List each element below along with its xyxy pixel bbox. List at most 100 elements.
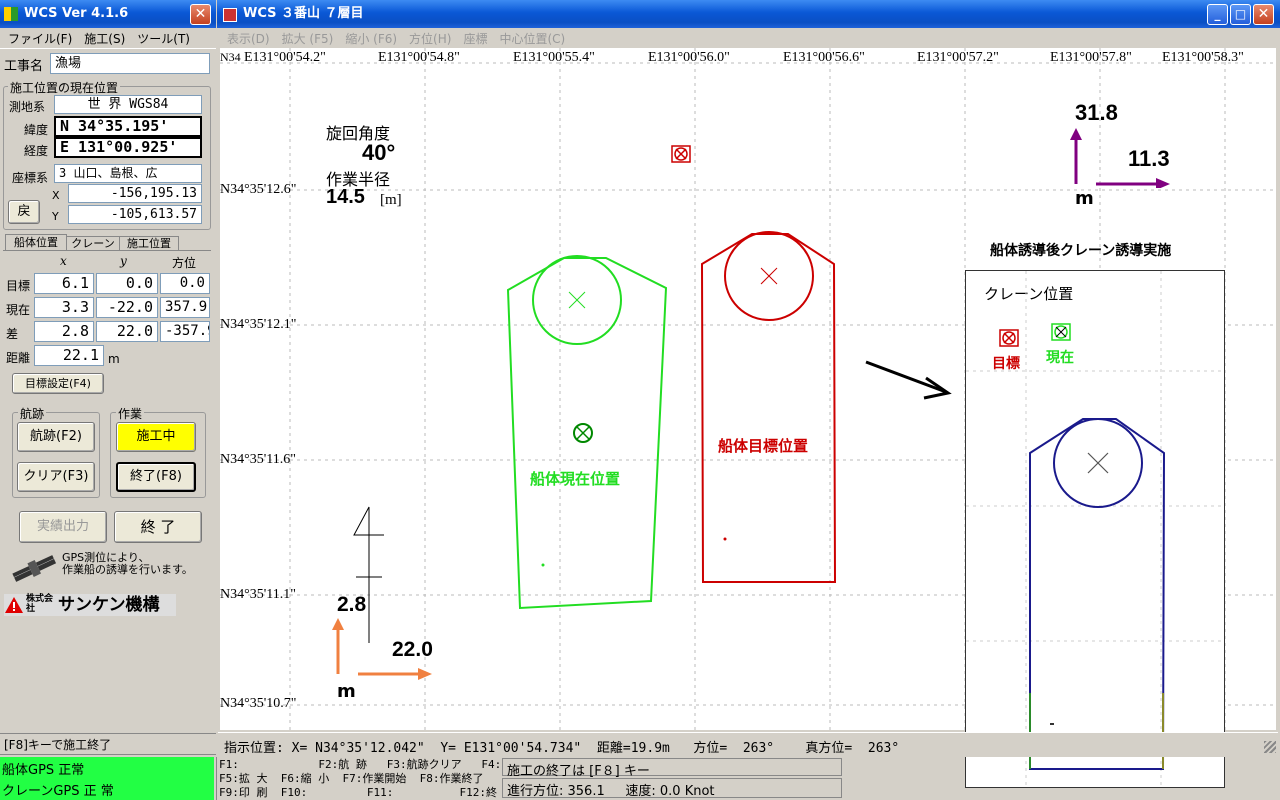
- gps-note-line2: 作業船の誘導を行います。: [62, 563, 193, 576]
- track-button[interactable]: 航跡(F2): [17, 422, 95, 452]
- survey-label: 測地系: [9, 100, 46, 114]
- tab-ship-position[interactable]: 船体位置: [5, 234, 67, 251]
- gps-status-panel: 船体GPS 正常 クレーンGPS 正 常: [0, 757, 214, 800]
- menu-coords[interactable]: 座標: [463, 32, 487, 46]
- current-ship-label: 船体現在位置: [530, 470, 621, 488]
- survey-field: 世 界 WGS84: [54, 95, 202, 114]
- coord-field: 3 山口、島根、広: [54, 164, 202, 183]
- pointer-status-bar: 指示位置: X= N34°35'12.042" Y= E131°00'54.73…: [218, 732, 1278, 757]
- arrow-top-x-value: 11.3: [1128, 146, 1170, 171]
- lat-label-1: N34°35'12.6": [220, 182, 297, 197]
- function-key-panel: F1: F2:航 跡 F3:航跡クリア F4:目標位置 F5:拡 大 F6:縮 …: [216, 757, 545, 800]
- lon-label-8: E131°00'58.3": [1162, 50, 1244, 65]
- fkeys-row2: F5:拡 大 F6:縮 小 F7:作業開始 F8:作業終了: [219, 772, 484, 785]
- menu-divider: [0, 48, 216, 49]
- message-panel: 施工の終了は [F８] キー 進行方位: 356.1 速度: 0.0 Knot: [502, 757, 965, 800]
- radius-value: 14.5: [326, 186, 365, 208]
- crane-ship-shape: [1029, 418, 1166, 770]
- minimize-icon[interactable]: _: [1207, 4, 1228, 25]
- lon-label-2: E131°00'54.8": [378, 50, 460, 65]
- target-ship-label: 船体目標位置: [718, 437, 809, 455]
- left-title-bar[interactable]: WCS Ver 4.1.6 ✕: [0, 0, 216, 28]
- lat-label-5: N34°35'10.7": [220, 696, 297, 711]
- warning-triangle-icon: [5, 597, 23, 613]
- end-work-button[interactable]: 終了(F8): [116, 462, 196, 492]
- satellite-icon: [12, 555, 57, 582]
- y-field: -105,613.57: [68, 205, 202, 224]
- map-title-bar[interactable]: WCS ３番山 ７層目 _ □ ✕: [217, 0, 1280, 28]
- grid-header-dir: 方位: [172, 256, 197, 270]
- lon-label-1: E131°00'54.2": [244, 50, 326, 65]
- hint-text: [F8]キーで施工終了: [4, 738, 112, 752]
- lon-field: E 131°00.925': [54, 137, 202, 158]
- lon-label-6: E131°00'57.2": [917, 50, 999, 65]
- y-label: Y: [52, 210, 59, 223]
- diff-x: 2.8: [34, 321, 94, 342]
- lon-label-3: E131°00'55.4": [513, 50, 595, 65]
- lon-label-7: E131°00'57.8": [1050, 50, 1132, 65]
- menu-direction[interactable]: 方位(H): [409, 32, 451, 46]
- crane-gps-status: クレーンGPS 正 常: [2, 784, 114, 799]
- menu-file[interactable]: ファイル(F): [8, 32, 72, 46]
- row-diff-label: 差: [6, 327, 19, 341]
- arrow-bottom-y-value: 2.8: [337, 593, 367, 616]
- back-button[interactable]: 戻: [8, 200, 40, 224]
- arrow-right-icon: [865, 360, 952, 400]
- ship-gps-status: 船体GPS 正常: [2, 763, 85, 778]
- menu-construction[interactable]: 施工(S): [84, 32, 125, 46]
- clear-button[interactable]: クリア(F3): [17, 462, 95, 492]
- fkeys-row3: F9:印 刷 F10: F11: F12:終 了: [219, 786, 522, 799]
- current-x: 3.3: [34, 297, 94, 318]
- message-text: 施工の終了は [F８] キー: [507, 764, 650, 779]
- target-y: 0.0: [96, 273, 158, 294]
- exit-button[interactable]: 終 了: [114, 511, 202, 543]
- resize-grip-icon[interactable]: [1264, 741, 1276, 753]
- menu-zoom-in[interactable]: 拡大 (F5): [282, 32, 334, 46]
- heading-speed-box: 進行方位: 356.1 速度: 0.0 Knot: [502, 778, 842, 799]
- tab-crane[interactable]: クレーン: [66, 236, 120, 251]
- lon-label: 経度: [24, 144, 49, 158]
- fkeys-row1: F1: F2:航 跡 F3:航跡クリア F4:目標位置: [219, 758, 546, 771]
- lat-label: 緯度: [24, 123, 49, 137]
- lat-label-3: N34°35'11.6": [220, 452, 296, 467]
- menu-zoom-out[interactable]: 縮小 (F6): [345, 32, 397, 46]
- menu-view[interactable]: 表示(D): [227, 32, 270, 46]
- company-name: サンケン機構: [58, 595, 160, 615]
- coord-label: 座標系: [12, 171, 49, 185]
- distance-label: 距離: [6, 351, 31, 365]
- arrow-top-y-value: 31.8: [1075, 100, 1118, 125]
- arrow-bottom-x-value: 22.0: [392, 638, 433, 661]
- app-icon: [4, 7, 18, 21]
- grid-header-x: x: [60, 254, 67, 268]
- track-group-title: 航跡: [18, 405, 47, 422]
- menu-center[interactable]: 中心位置(C): [499, 32, 565, 46]
- map-menu-bar: 表示(D) 拡大 (F5) 縮小 (F6) 方位(H) 座標 中心位置(C): [227, 30, 577, 47]
- left-menu-bar: ファイル(F) 施工(S) ツール(T): [8, 30, 202, 47]
- results-output-button: 実績出力: [19, 511, 107, 543]
- diff-dir: -357.9: [160, 321, 210, 342]
- target-set-button[interactable]: 目標設定(F4): [12, 373, 104, 394]
- map-close-icon[interactable]: ✕: [1253, 4, 1274, 25]
- pointer-status-text: 指示位置: X= N34°35'12.042" Y= E131°00'54.73…: [224, 741, 900, 756]
- tab-work-position[interactable]: 施工位置: [119, 236, 179, 251]
- work-status-button[interactable]: 施工中: [116, 422, 196, 452]
- rotation-value: 40°: [362, 140, 396, 165]
- project-name-field[interactable]: 漁場: [50, 53, 210, 74]
- map-title: WCS ３番山 ７層目: [243, 6, 364, 21]
- heading-speed-text: 進行方位: 356.1 速度: 0.0 Knot: [507, 784, 715, 799]
- company-small: 株式会社: [26, 594, 54, 614]
- target-dir: 0.0: [160, 273, 210, 294]
- lat-label-2: N34°35'12.1": [220, 317, 297, 332]
- lon-label-prefix: N34: [220, 50, 241, 64]
- close-icon[interactable]: ✕: [190, 4, 211, 25]
- arrow-top-unit: m: [1075, 188, 1094, 209]
- x-field: -156,195.13: [68, 184, 202, 203]
- x-label: X: [52, 189, 60, 202]
- menu-tools[interactable]: ツール(T): [137, 32, 190, 46]
- left-window: WCS Ver 4.1.6 ✕ ファイル(F) 施工(S) ツール(T) 工事名 漁…: [0, 0, 216, 760]
- lat-label-4: N34°35'11.1": [220, 587, 296, 602]
- diff-y: 22.0: [96, 321, 158, 342]
- target-x: 6.1: [34, 273, 94, 294]
- maximize-icon[interactable]: □: [1230, 4, 1251, 25]
- radius-unit: [m]: [380, 192, 402, 208]
